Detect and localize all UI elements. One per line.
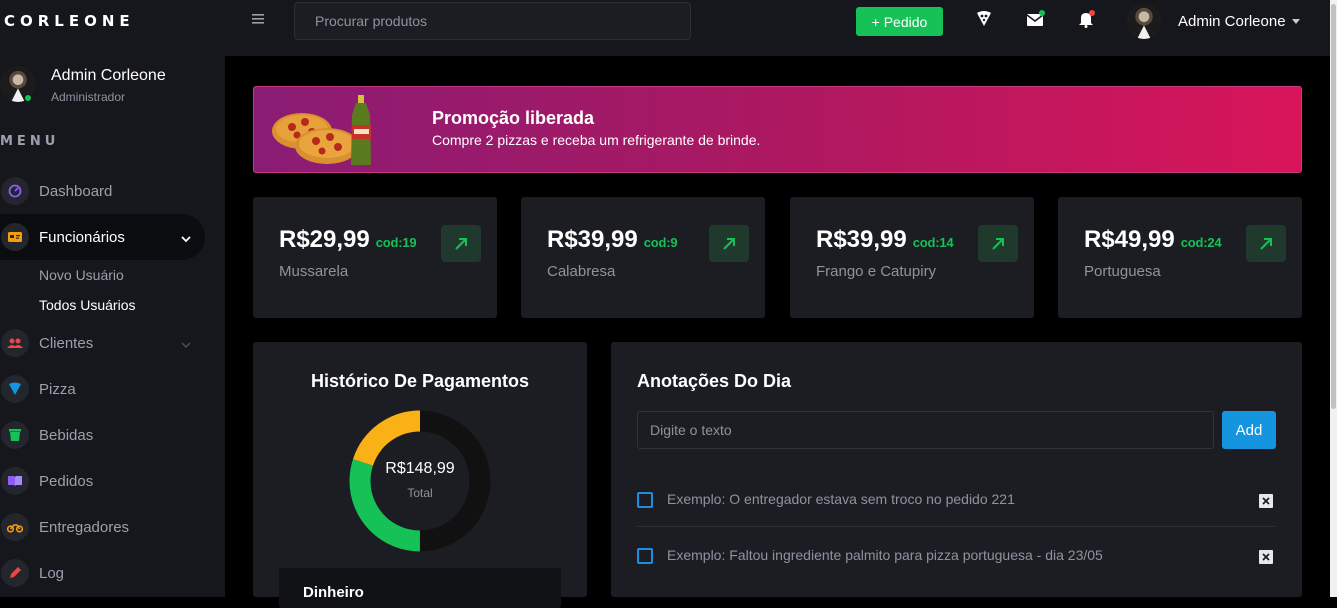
product-code: cod:24 bbox=[1180, 235, 1222, 250]
sidebar-item-label: Funcionários bbox=[39, 228, 125, 246]
product-name: Mussarela bbox=[279, 263, 349, 280]
online-status-dot bbox=[24, 94, 32, 102]
search-input[interactable] bbox=[294, 2, 691, 40]
product-price: R$39,99 bbox=[816, 226, 907, 253]
promo-title: Promoção liberada bbox=[432, 108, 595, 128]
arrow-up-right-icon[interactable] bbox=[709, 225, 749, 262]
sidebar-subitem-todos-usuarios[interactable]: Todos Usuários bbox=[39, 297, 136, 313]
bell-icon[interactable] bbox=[1077, 10, 1095, 28]
sidebar-item-pedidos[interactable]: Pedidos bbox=[0, 458, 205, 504]
sidebar-user: Admin Corleone Administrador bbox=[0, 66, 166, 104]
sidebar-item-pizza[interactable]: Pizza bbox=[0, 366, 205, 412]
note-checkbox[interactable] bbox=[637, 492, 653, 508]
payment-donut-chart bbox=[349, 410, 491, 552]
sidebar: Admin Corleone Administrador MENU Dashbo… bbox=[0, 56, 225, 597]
arrow-up-right-icon[interactable] bbox=[978, 225, 1018, 262]
product-card: R$39,99 cod:9 Calabresa bbox=[521, 197, 765, 318]
sidebar-item-entregadores[interactable]: Entregadores bbox=[0, 504, 205, 550]
id-card-icon bbox=[1, 223, 29, 251]
sidebar-item-label: Pedidos bbox=[39, 472, 94, 490]
scrollbar-thumb[interactable] bbox=[1331, 4, 1336, 409]
sidebar-item-log[interactable]: Log bbox=[0, 550, 205, 596]
menu-title: MENU bbox=[0, 134, 60, 149]
sidebar-item-label: Clientes bbox=[39, 334, 94, 352]
product-card: R$39,99 cod:14 Frango e Catupiry bbox=[790, 197, 1034, 318]
payment-total: R$148,99 bbox=[385, 460, 455, 477]
caret-down-icon bbox=[1291, 18, 1300, 24]
chevron-down-icon bbox=[181, 230, 191, 248]
product-code: cod:19 bbox=[375, 235, 417, 250]
sidebar-item-bebidas[interactable]: Bebidas bbox=[0, 412, 205, 458]
payment-history-title: Histórico De Pagamentos bbox=[310, 371, 530, 391]
note-text: Exemplo: O entregador estava sem troco n… bbox=[667, 491, 1015, 507]
top-bar: CORLEONE + Pedido Admin Corleone bbox=[0, 0, 1330, 56]
chevron-down-icon bbox=[181, 336, 191, 354]
pizza-icon[interactable] bbox=[975, 10, 993, 28]
product-price: R$39,99 bbox=[547, 226, 638, 253]
avatar bbox=[1126, 3, 1162, 39]
sidebar-item-label: Entregadores bbox=[39, 518, 130, 536]
pencil-icon bbox=[1, 559, 29, 587]
page-scrollbar[interactable] bbox=[1330, 0, 1337, 597]
note-item: Exemplo: Faltou ingrediente palmito para… bbox=[637, 527, 1276, 583]
menu-toggle-icon[interactable] bbox=[252, 12, 266, 26]
sidebar-user-role: Administrador bbox=[51, 90, 126, 104]
close-icon[interactable] bbox=[1259, 550, 1273, 564]
product-code: cod:14 bbox=[912, 235, 954, 250]
payment-method-list: Dinheiro bbox=[279, 568, 561, 608]
sidebar-item-label: Log bbox=[39, 564, 65, 582]
payment-method-name: Dinheiro bbox=[303, 584, 364, 601]
motorbike-icon bbox=[1, 513, 29, 541]
sidebar-item-label: Bebidas bbox=[39, 426, 94, 444]
product-card: R$29,99 cod:19 Mussarela bbox=[253, 197, 497, 318]
promo-text: Compre 2 pizzas e receba um refrigerante… bbox=[432, 132, 761, 148]
sidebar-item-label: Pizza bbox=[39, 380, 76, 398]
cup-icon bbox=[1, 421, 29, 449]
product-price: R$29,99 bbox=[279, 226, 370, 253]
note-input[interactable] bbox=[637, 411, 1214, 449]
product-name: Frango e Catupiry bbox=[816, 263, 937, 280]
payment-total-label: Total bbox=[407, 486, 433, 500]
new-order-button[interactable]: + Pedido bbox=[856, 7, 943, 36]
sidebar-item-dashboard[interactable]: Dashboard bbox=[0, 168, 205, 214]
speedometer-icon bbox=[1, 177, 29, 205]
users-icon bbox=[1, 329, 29, 357]
product-name: Calabresa bbox=[547, 263, 616, 280]
daily-notes-title: Anotações Do Dia bbox=[637, 371, 792, 391]
daily-notes-panel: Anotações Do Dia Add Exemplo: O entregad… bbox=[611, 342, 1302, 597]
note-item: Exemplo: O entregador estava sem troco n… bbox=[637, 471, 1276, 527]
pizza-soda-image bbox=[272, 95, 371, 165]
product-name: Portuguesa bbox=[1084, 263, 1161, 280]
user-name: Admin Corleone bbox=[1178, 12, 1286, 30]
close-icon[interactable] bbox=[1259, 494, 1273, 508]
product-card: R$49,99 cod:24 Portuguesa bbox=[1058, 197, 1302, 318]
sidebar-item-funcionarios[interactable]: Funcionários bbox=[0, 214, 205, 260]
product-price: R$49,99 bbox=[1084, 226, 1175, 253]
arrow-up-right-icon[interactable] bbox=[1246, 225, 1286, 262]
product-code: cod:9 bbox=[643, 235, 678, 250]
mail-icon[interactable] bbox=[1026, 10, 1045, 28]
note-text: Exemplo: Faltou ingrediente palmito para… bbox=[667, 547, 1103, 563]
sidebar-item-clientes[interactable]: Clientes bbox=[0, 320, 205, 366]
book-icon bbox=[1, 467, 29, 495]
promo-banner: Promoção liberada Compre 2 pizzas e rece… bbox=[253, 86, 1302, 173]
sidebar-user-name: Admin Corleone bbox=[51, 67, 166, 84]
user-menu[interactable]: Admin Corleone bbox=[1126, 3, 1300, 39]
arrow-up-right-icon[interactable] bbox=[441, 225, 481, 262]
sidebar-subitem-novo-usuario[interactable]: Novo Usuário bbox=[39, 267, 124, 283]
note-checkbox[interactable] bbox=[637, 548, 653, 564]
brand-logo[interactable]: CORLEONE bbox=[4, 12, 135, 30]
payment-history-panel: Histórico De Pagamentos R$148,99 Total D… bbox=[253, 342, 587, 608]
add-note-button[interactable]: Add bbox=[1222, 411, 1276, 449]
sidebar-item-label: Dashboard bbox=[39, 182, 113, 200]
pizza-icon bbox=[1, 375, 29, 403]
